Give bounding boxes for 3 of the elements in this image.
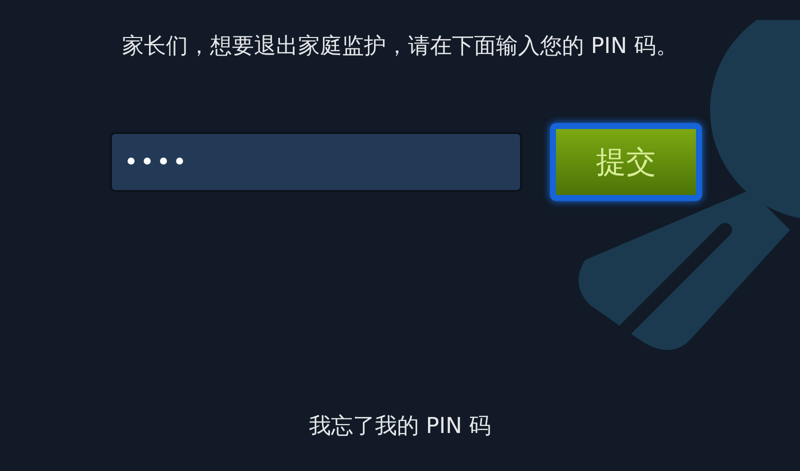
- forgot-pin-link[interactable]: 我忘了我的 PIN 码: [308, 410, 492, 443]
- pin-field[interactable]: ••••: [110, 132, 522, 192]
- instruction-text: 家长们，想要退出家庭监护，请在下面输入您的 PIN 码。: [122, 33, 678, 61]
